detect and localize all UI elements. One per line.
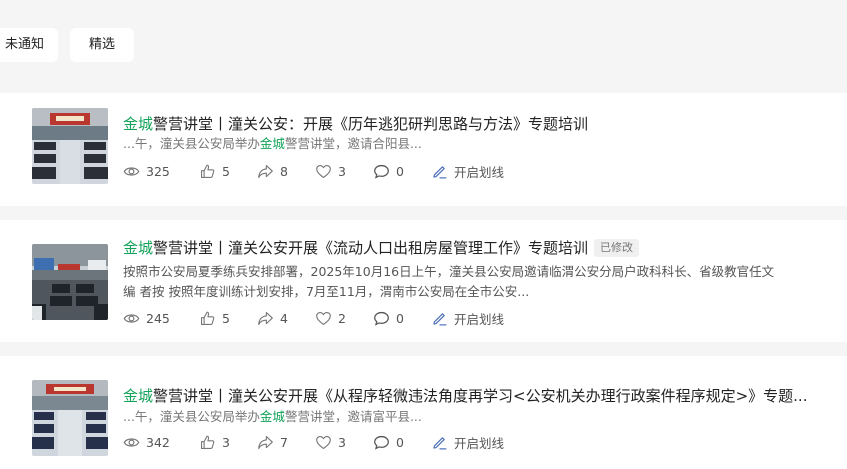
views-stat: 325 xyxy=(123,163,199,180)
title-keyword-highlight: 金城 xyxy=(123,239,154,257)
enable-underline-button[interactable]: 开启划线 xyxy=(431,433,504,452)
meeting-photo-icon xyxy=(32,380,108,456)
article-title[interactable]: 金城警营讲堂丨潼关公安：开展《历年逃犯研判思路与方法》专题培训 xyxy=(123,114,588,134)
enable-underline-button[interactable]: 开启划线 xyxy=(431,162,504,181)
article-thumbnail[interactable] xyxy=(32,380,108,456)
modified-badge: 已修改 xyxy=(594,239,640,257)
title-keyword-highlight: 金城 xyxy=(123,387,154,405)
title-text: 警营讲堂丨潼关公安：开展《历年逃犯研判思路与方法》专题培训 xyxy=(153,115,589,133)
title-text: 警营讲堂丨潼关公安开展《从程序轻微违法角度再学习<公安机关办理行政案件程序规定>… xyxy=(153,387,808,405)
title-keyword-highlight: 金城 xyxy=(123,115,154,133)
favorites-count: 3 xyxy=(338,434,346,450)
article-stats: 245 5 4 2 0 开启划线 xyxy=(123,308,504,328)
thumbs-up-icon xyxy=(200,164,215,178)
comment-button[interactable]: 0 xyxy=(373,434,431,451)
meeting-photo-icon xyxy=(32,244,108,320)
thumbs-up-icon xyxy=(200,311,215,325)
favorite-button[interactable]: 2 xyxy=(315,310,373,327)
enable-underline-button[interactable]: 开启划线 xyxy=(431,309,504,328)
like-button[interactable]: 5 xyxy=(199,310,257,327)
action-label: 开启划线 xyxy=(454,311,505,327)
share-icon xyxy=(258,164,273,178)
views-count: 325 xyxy=(146,163,170,179)
filter-bar: 未通知 精选 xyxy=(0,0,847,84)
comment-icon xyxy=(374,435,389,450)
like-button[interactable]: 3 xyxy=(199,434,257,451)
views-stat: 245 xyxy=(123,310,199,327)
article-card[interactable]: 金城警营讲堂丨潼关公安开展《流动人口出租房屋管理工作》专题培训 已修改 按照市公安… xyxy=(0,220,847,342)
snippet-keyword-highlight: 金城 xyxy=(259,136,285,151)
action-label: 开启划线 xyxy=(454,435,505,451)
like-button[interactable]: 5 xyxy=(199,163,257,180)
snippet-keyword-highlight: 金城 xyxy=(259,409,285,424)
article-card[interactable]: 金城警营讲堂丨潼关公安：开展《历年逃犯研判思路与方法》专题培训 ...午，潼关县… xyxy=(0,93,847,206)
comments-count: 0 xyxy=(396,434,404,450)
action-label: 开启划线 xyxy=(454,164,505,180)
share-icon xyxy=(258,435,273,449)
likes-count: 5 xyxy=(222,163,230,179)
share-button[interactable]: 4 xyxy=(257,310,315,327)
views-stat: 342 xyxy=(123,434,199,451)
likes-count: 3 xyxy=(222,434,230,450)
article-snippet: ...午，潼关县公安局举办金城警营讲堂，邀请富平县... xyxy=(123,409,422,424)
comment-icon xyxy=(374,164,389,179)
snippet-line: 编 者按 按照年度训练计划安排，7月至11月，渭南市公安局在全市公安... xyxy=(123,284,530,299)
views-count: 245 xyxy=(146,310,170,326)
thumbs-up-icon xyxy=(200,435,215,449)
article-title[interactable]: 金城警营讲堂丨潼关公安开展《流动人口出租房屋管理工作》专题培训 已修改 xyxy=(123,238,640,258)
favorite-button[interactable]: 3 xyxy=(315,434,373,451)
shares-count: 8 xyxy=(280,163,288,179)
views-count: 342 xyxy=(146,434,170,450)
filter-chip-unnotified[interactable]: 未通知 xyxy=(0,28,58,62)
snippet-line: 按照市公安局夏季练兵安排部署，2025年10月16日上午，潼关县公安局邀请临渭公… xyxy=(123,264,775,279)
favorites-count: 3 xyxy=(338,163,346,179)
article-thumbnail[interactable] xyxy=(32,108,108,184)
share-icon xyxy=(258,311,273,325)
pen-icon xyxy=(433,165,447,178)
comments-count: 0 xyxy=(396,163,404,179)
likes-count: 5 xyxy=(222,310,230,326)
article-snippet: 按照市公安局夏季练兵安排部署，2025年10月16日上午，潼关县公安局邀请临渭公… xyxy=(123,262,813,302)
heart-icon xyxy=(316,311,331,325)
article-thumbnail[interactable] xyxy=(32,244,108,320)
pen-icon xyxy=(433,436,447,449)
shares-count: 7 xyxy=(280,434,288,450)
eye-icon xyxy=(123,313,140,323)
article-card[interactable]: 金城警营讲堂丨潼关公安开展《从程序轻微违法角度再学习<公安机关办理行政案件程序规… xyxy=(0,356,847,469)
share-button[interactable]: 8 xyxy=(257,163,315,180)
pen-icon xyxy=(433,312,447,325)
comments-count: 0 xyxy=(396,310,404,326)
eye-icon xyxy=(123,437,140,447)
shares-count: 4 xyxy=(280,310,288,326)
title-text: 警营讲堂丨潼关公安开展《流动人口出租房屋管理工作》专题培训 xyxy=(153,239,589,257)
favorites-count: 2 xyxy=(338,310,346,326)
comment-button[interactable]: 0 xyxy=(373,163,431,180)
meeting-photo-icon xyxy=(32,108,108,184)
heart-icon xyxy=(316,164,331,178)
article-stats: 325 5 8 3 0 开启划线 xyxy=(123,161,504,181)
comment-icon xyxy=(374,311,389,326)
favorite-button[interactable]: 3 xyxy=(315,163,373,180)
article-title[interactable]: 金城警营讲堂丨潼关公安开展《从程序轻微违法角度再学习<公安机关办理行政案件程序规… xyxy=(123,386,807,406)
filter-chip-featured[interactable]: 精选 xyxy=(70,28,134,62)
eye-icon xyxy=(123,166,140,176)
comment-button[interactable]: 0 xyxy=(373,310,431,327)
article-stats: 342 3 7 3 0 开启划线 xyxy=(123,432,504,452)
share-button[interactable]: 7 xyxy=(257,434,315,451)
heart-icon xyxy=(316,435,331,449)
article-snippet: ...午，潼关县公安局举办金城警营讲堂，邀请合阳县... xyxy=(123,136,422,151)
